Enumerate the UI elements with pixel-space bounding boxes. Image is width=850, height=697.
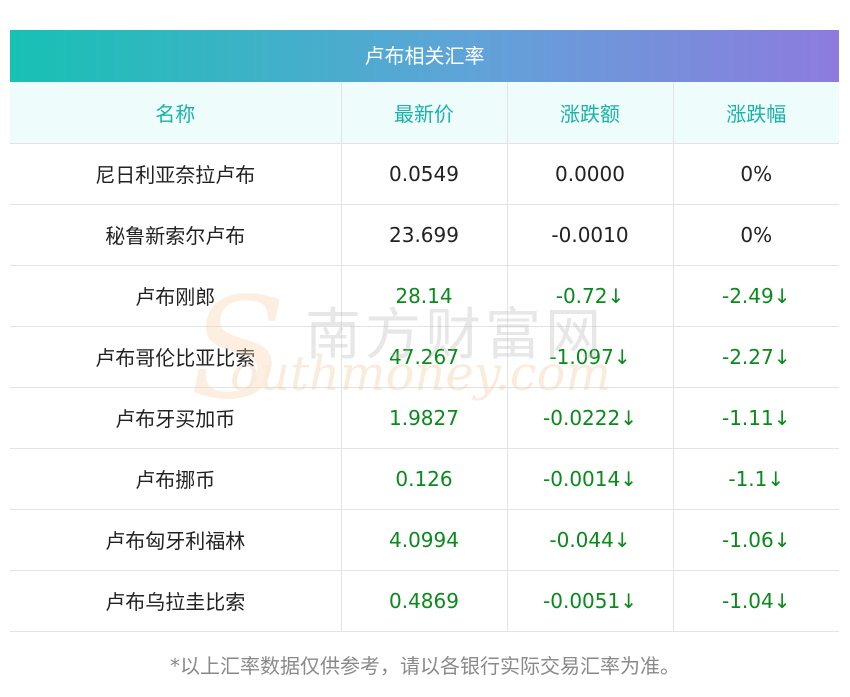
cell-change: -0.0051↓ [507, 570, 674, 632]
cell-pct: 0% [673, 143, 839, 205]
table-row: 卢布挪币 0.126 -0.0014↓ -1.1↓ [10, 448, 839, 510]
cell-name: 卢布挪币 [10, 448, 342, 510]
cell-name: 卢布牙买加币 [10, 387, 342, 449]
cell-price: 23.699 [341, 204, 508, 266]
cell-price: 0.0549 [341, 143, 508, 205]
cell-pct: -2.27↓ [673, 326, 839, 388]
cell-name: 秘鲁新索尔卢布 [10, 204, 342, 266]
header-price: 最新价 [341, 82, 508, 144]
exchange-rate-table: 名称 最新价 涨跌额 涨跌幅 尼日利亚奈拉卢布 0.0549 0.0000 0% 秘鲁新… [10, 82, 839, 632]
cell-price: 28.14 [341, 265, 508, 327]
cell-pct: -1.11↓ [673, 387, 839, 449]
cell-change: 0.0000 [507, 143, 674, 205]
table-header-row: 名称 最新价 涨跌额 涨跌幅 [10, 82, 839, 144]
cell-change: -0.044↓ [507, 509, 674, 571]
cell-name: 卢布乌拉圭比索 [10, 570, 342, 632]
cell-pct: -1.06↓ [673, 509, 839, 571]
table-title: 卢布相关汇率 [10, 30, 839, 82]
cell-change: -0.0222↓ [507, 387, 674, 449]
table-row: 卢布乌拉圭比索 0.4869 -0.0051↓ -1.04↓ [10, 570, 839, 632]
cell-change: -0.0010 [507, 204, 674, 266]
table-row: 秘鲁新索尔卢布 23.699 -0.0010 0% [10, 204, 839, 266]
cell-change: -0.72↓ [507, 265, 674, 327]
table-row: 卢布刚郎 28.14 -0.72↓ -2.49↓ [10, 265, 839, 327]
table-row: 卢布哥伦比亚比索 47.267 -1.097↓ -2.27↓ [10, 326, 839, 388]
header-name: 名称 [10, 82, 342, 144]
exchange-rate-table-container: 卢布相关汇率 名称 最新价 涨跌额 涨跌幅 尼日利亚奈拉卢布 0.0549 0.00… [10, 30, 839, 632]
cell-name: 卢布匈牙利福林 [10, 509, 342, 571]
cell-pct: 0% [673, 204, 839, 266]
cell-name: 卢布刚郎 [10, 265, 342, 327]
header-pct: 涨跌幅 [673, 82, 839, 144]
cell-price: 0.126 [341, 448, 508, 510]
cell-price: 0.4869 [341, 570, 508, 632]
cell-pct: -1.04↓ [673, 570, 839, 632]
cell-name: 卢布哥伦比亚比索 [10, 326, 342, 388]
cell-price: 1.9827 [341, 387, 508, 449]
table-row: 卢布匈牙利福林 4.0994 -0.044↓ -1.06↓ [10, 509, 839, 571]
cell-price: 47.267 [341, 326, 508, 388]
cell-name: 尼日利亚奈拉卢布 [10, 143, 342, 205]
table-row: 卢布牙买加币 1.9827 -0.0222↓ -1.11↓ [10, 387, 839, 449]
cell-pct: -1.1↓ [673, 448, 839, 510]
header-change: 涨跌额 [507, 82, 674, 144]
cell-pct: -2.49↓ [673, 265, 839, 327]
footnote: *以上汇率数据仅供参考，请以各银行实际交易汇率为准。 [170, 654, 680, 678]
cell-price: 4.0994 [341, 509, 508, 571]
cell-change: -0.0014↓ [507, 448, 674, 510]
cell-change: -1.097↓ [507, 326, 674, 388]
table-row: 尼日利亚奈拉卢布 0.0549 0.0000 0% [10, 143, 839, 205]
